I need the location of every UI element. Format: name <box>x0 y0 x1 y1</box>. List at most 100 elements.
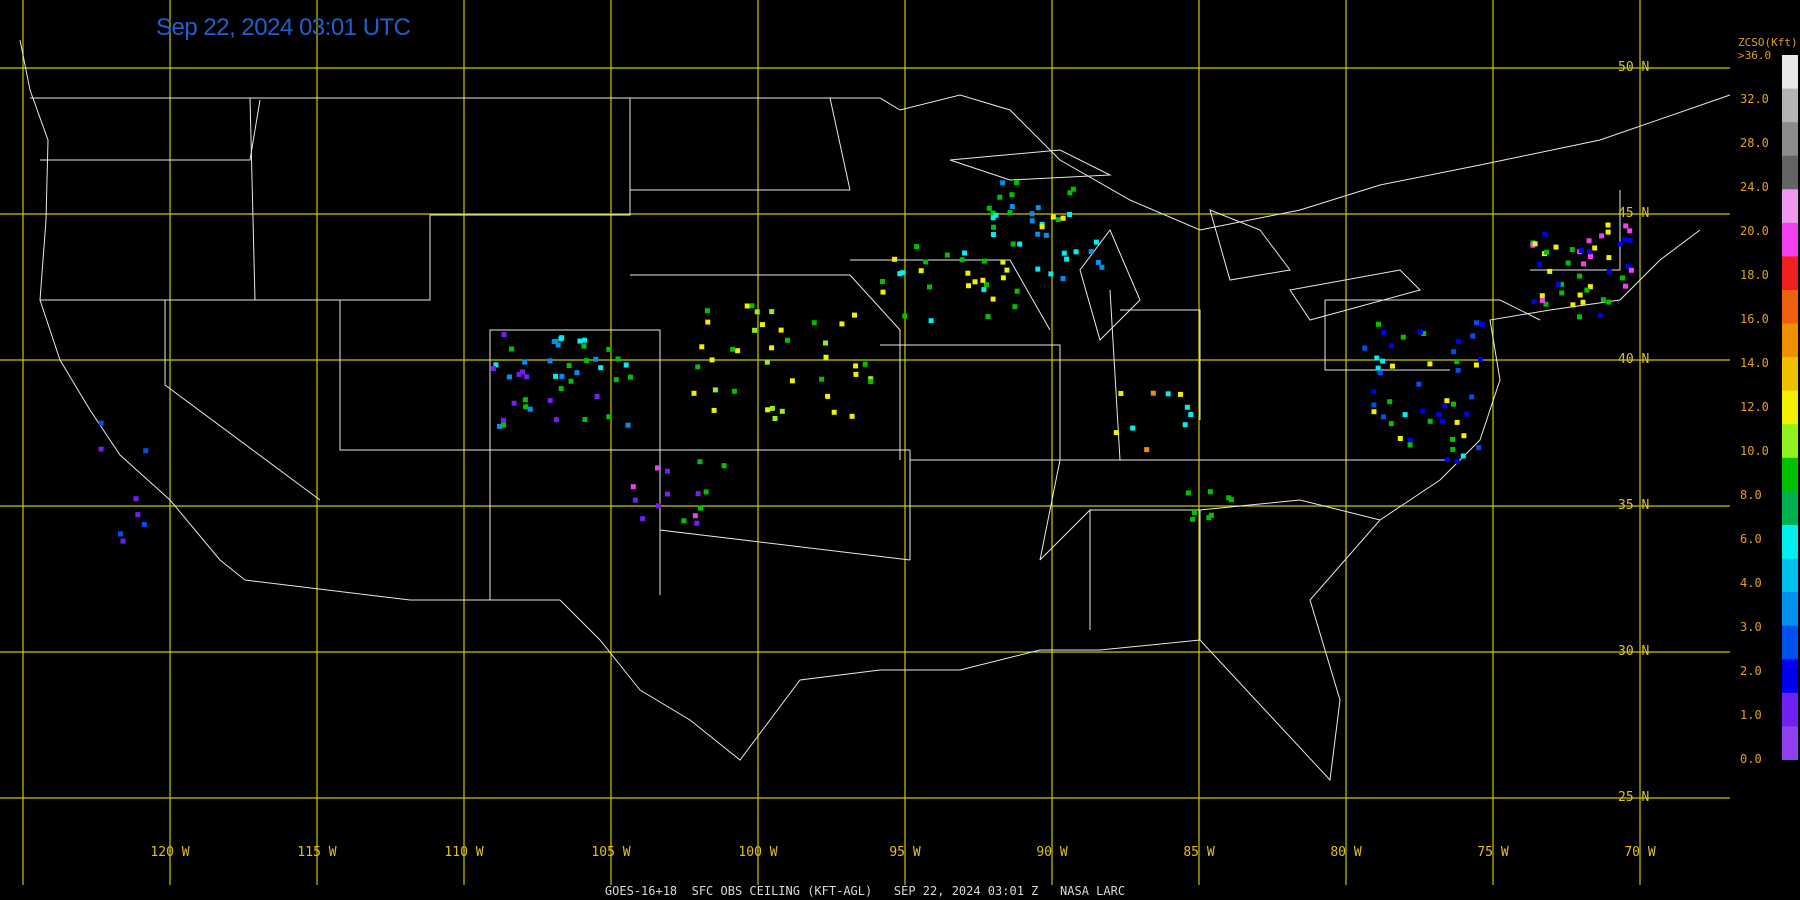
station-marker <box>981 287 987 293</box>
station-marker <box>1420 408 1426 414</box>
station-marker <box>1555 281 1561 287</box>
station-marker <box>1577 314 1582 320</box>
station-marker <box>731 388 737 394</box>
station-marker <box>779 408 785 414</box>
legend-color-bar <box>1782 55 1798 760</box>
legend-swatch <box>1782 222 1798 257</box>
station-marker <box>1451 401 1456 407</box>
station-marker <box>1048 271 1054 277</box>
station-marker <box>1478 357 1483 363</box>
latitude-label: 50 N <box>1618 60 1650 75</box>
station-marker <box>1605 229 1611 235</box>
legend-swatch <box>1782 390 1798 425</box>
station-marker <box>1442 403 1448 409</box>
station-marker <box>1000 180 1006 186</box>
station-marker <box>1454 359 1460 365</box>
legend-swatch <box>1782 323 1798 358</box>
station-marker <box>993 212 999 218</box>
station-marker <box>1565 260 1571 266</box>
station-marker <box>764 359 770 365</box>
station-marker <box>1539 297 1545 303</box>
station-marker <box>966 283 971 289</box>
station-marker <box>522 359 528 365</box>
legend-swatch <box>1782 189 1798 224</box>
station-marker <box>1039 224 1045 230</box>
station-marker <box>1118 391 1124 396</box>
legend-swatch <box>1782 558 1798 593</box>
map-caption: GOES-16+18 SFC OBS CEILING (KFT-AGL) SEP… <box>604 884 1126 898</box>
station-marker <box>1099 264 1105 270</box>
station-marker <box>1617 241 1623 247</box>
station-marker <box>1469 394 1475 400</box>
station-marker <box>1470 333 1476 339</box>
station-marker <box>1362 345 1368 351</box>
station-marker <box>1532 241 1538 247</box>
station-marker <box>1050 214 1056 220</box>
station-marker <box>839 321 845 327</box>
station-marker <box>1371 409 1377 415</box>
legend-label: 14.0 <box>1740 356 1769 370</box>
ceiling-map <box>0 0 1800 900</box>
station-marker <box>606 414 612 420</box>
longitude-label: 95 W <box>889 845 921 860</box>
station-marker <box>1444 457 1450 463</box>
station-marker <box>694 520 700 526</box>
station-marker <box>1460 453 1466 459</box>
station-marker <box>1208 512 1214 518</box>
station-marker <box>1207 489 1213 495</box>
station-marker <box>1165 391 1171 397</box>
station-marker <box>547 358 553 364</box>
latitude-label: 25 N <box>1618 790 1650 805</box>
station-marker <box>892 256 898 262</box>
legend-label: 3.0 <box>1740 620 1762 634</box>
station-marker <box>1473 362 1479 368</box>
station-marker <box>640 516 646 522</box>
station-marker <box>568 378 574 384</box>
station-marker <box>730 346 736 352</box>
station-marker <box>1190 516 1196 522</box>
legend-swatch <box>1782 357 1798 392</box>
station-marker <box>581 343 587 349</box>
legend-label: 0.0 <box>1740 752 1762 766</box>
station-marker <box>765 407 771 413</box>
station-marker <box>613 377 619 383</box>
station-marker <box>655 503 661 509</box>
station-marker <box>695 364 701 370</box>
station-marker <box>1476 445 1482 451</box>
station-marker <box>598 365 604 371</box>
station-marker <box>769 309 775 315</box>
station-marker <box>1539 293 1545 299</box>
station-marker <box>868 379 874 385</box>
station-marker <box>491 366 496 371</box>
station-marker <box>1093 239 1099 245</box>
station-marker <box>1605 222 1611 228</box>
station-marker <box>849 413 855 419</box>
longitude-label: 80 W <box>1330 845 1362 860</box>
station-marker <box>1113 430 1119 436</box>
station-marker <box>769 345 775 351</box>
station-marker <box>1130 425 1136 431</box>
station-marker <box>1600 297 1606 303</box>
station-marker <box>558 386 564 392</box>
station-marker <box>1454 419 1460 425</box>
station-marker <box>501 332 507 338</box>
station-marker <box>1012 304 1018 310</box>
station-marker <box>1577 273 1583 279</box>
station-marker <box>1182 422 1188 428</box>
station-marker <box>1587 249 1592 255</box>
station-marker <box>566 363 572 368</box>
longitude-label: 90 W <box>1036 845 1068 860</box>
legend-swatch <box>1782 122 1798 157</box>
station-marker <box>1580 299 1586 305</box>
station-marker <box>1427 418 1433 424</box>
station-marker <box>1451 349 1457 355</box>
station-marker <box>1095 259 1101 265</box>
legend-swatch <box>1782 525 1798 560</box>
station-marker <box>1559 290 1565 296</box>
station-marker <box>899 270 905 276</box>
latitude-label: 40 N <box>1618 352 1650 367</box>
station-marker <box>778 327 784 333</box>
station-marker <box>823 354 829 360</box>
station-marker <box>509 346 515 352</box>
station-marker <box>962 250 967 256</box>
